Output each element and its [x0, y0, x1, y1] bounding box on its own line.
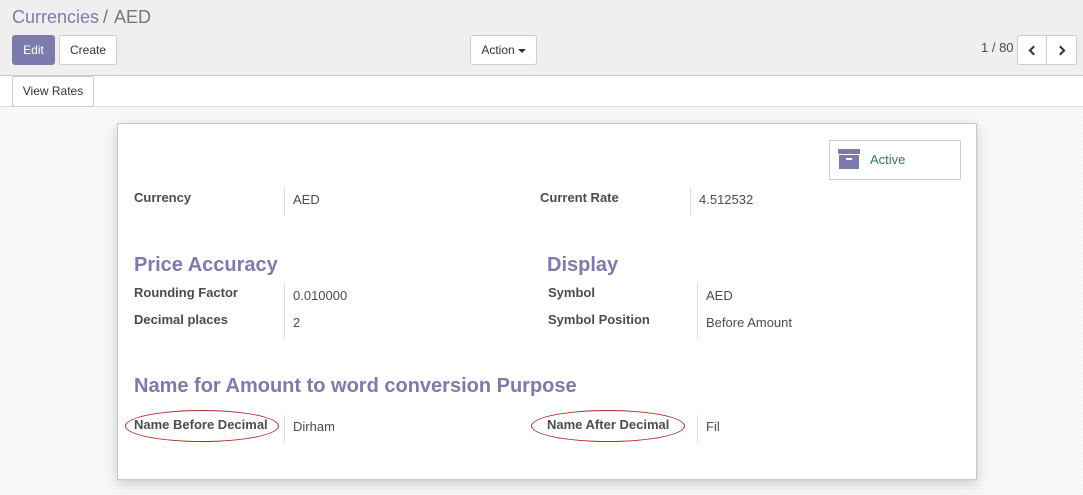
- caret-down-icon: [517, 48, 526, 53]
- pager-next-button[interactable]: [1046, 35, 1077, 65]
- decimal-places-field[interactable]: 2: [293, 315, 300, 330]
- symbol-field[interactable]: AED: [706, 288, 733, 303]
- field-divider: [284, 188, 285, 216]
- decimal-places-label: Decimal places: [134, 312, 228, 327]
- field-divider: [697, 415, 698, 443]
- currency-field[interactable]: AED: [293, 192, 320, 207]
- name-before-decimal-label: Name Before Decimal: [134, 417, 268, 432]
- chevron-left-icon: [1028, 45, 1039, 56]
- action-label: Action: [481, 43, 515, 57]
- control-panel: Currencies / AED Edit Create Action 1 / 80: [0, 0, 1083, 76]
- create-button[interactable]: Create: [59, 35, 117, 65]
- form-statusbar: View Rates: [0, 76, 1083, 107]
- breadcrumb-current: AED: [114, 7, 152, 27]
- current-rate-field[interactable]: 4.512532: [699, 192, 753, 207]
- view-rates-button[interactable]: View Rates: [12, 76, 94, 107]
- field-divider: [697, 283, 698, 339]
- name-after-decimal-label: Name After Decimal: [547, 417, 670, 432]
- field-divider: [690, 188, 691, 216]
- display-title: Display: [547, 254, 619, 276]
- field-divider: [284, 283, 285, 339]
- active-toggle-button[interactable]: Active: [829, 140, 961, 180]
- archive-icon: [838, 149, 860, 169]
- pager-value[interactable]: 1 / 80: [981, 40, 1014, 55]
- price-accuracy-title: Price Accuracy: [134, 254, 278, 276]
- currency-label: Currency: [134, 190, 192, 205]
- edit-button[interactable]: Edit: [12, 35, 55, 65]
- rounding-factor-label: Rounding Factor: [134, 285, 238, 300]
- symbol-position-label: Symbol Position: [548, 312, 650, 327]
- symbol-label: Symbol: [548, 285, 595, 300]
- action-dropdown-button[interactable]: Action: [470, 35, 537, 65]
- breadcrumb: Currencies / AED: [12, 6, 151, 28]
- name-before-decimal-field[interactable]: Dirham: [293, 419, 335, 434]
- symbol-position-field[interactable]: Before Amount: [706, 315, 792, 330]
- name-after-decimal-field[interactable]: Fil: [706, 419, 720, 434]
- amount-to-word-title: Name for Amount to word conversion Purpo…: [134, 375, 577, 397]
- field-divider: [284, 415, 285, 443]
- active-label: Active: [870, 152, 906, 167]
- form-sheet: Active Currency AED Current Rate 4.51253…: [117, 123, 977, 480]
- chevron-right-icon: [1055, 45, 1065, 56]
- current-rate-label: Current Rate: [540, 190, 619, 205]
- breadcrumb-separator: /: [103, 7, 109, 27]
- rounding-factor-field[interactable]: 0.010000: [293, 288, 347, 303]
- pager-previous-button[interactable]: [1017, 35, 1047, 65]
- breadcrumb-currencies-link[interactable]: Currencies: [12, 7, 99, 27]
